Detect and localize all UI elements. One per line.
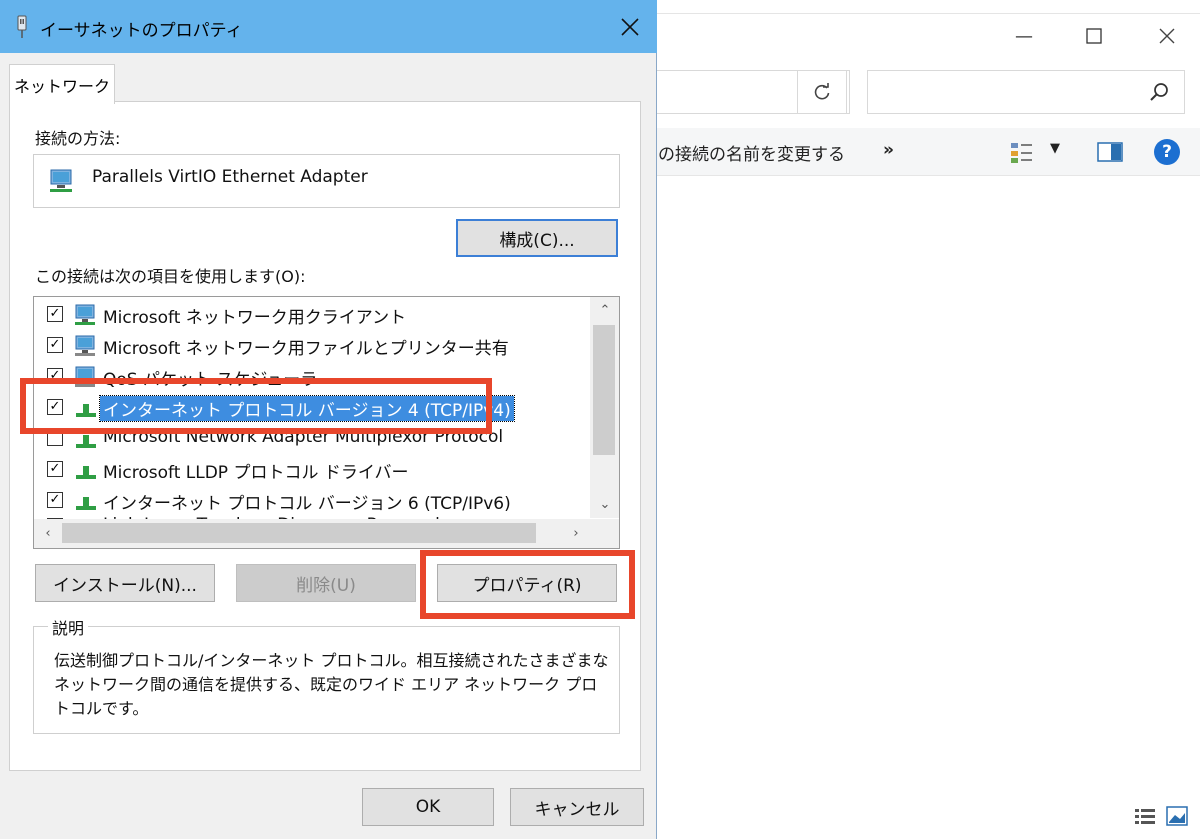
connect-using-label: 接続の方法:: [35, 129, 121, 148]
list-item[interactable]: ✓ QoS パケット スケジューラ: [34, 361, 594, 391]
list-item-label: インターネット プロトコル バージョン 4 (TCP/IPv4): [99, 395, 515, 422]
dialog-title: イーサネットのプロパティ: [40, 21, 243, 41]
change-view-icon[interactable]: [1010, 142, 1034, 168]
description-group: 説明 伝送制御プロトコル/インターネット プロトコル。相互接続されたさまざまなネ…: [33, 615, 620, 734]
dialog-titlebar: イーサネットのプロパティ: [0, 0, 657, 53]
ok-button[interactable]: OK: [362, 788, 494, 826]
scroll-down-icon[interactable]: ⌄: [590, 493, 619, 517]
scroll-thumb[interactable]: [593, 325, 615, 455]
checkbox[interactable]: ✓: [47, 368, 63, 384]
checkbox[interactable]: ✓: [47, 306, 63, 322]
scroll-thumb[interactable]: [62, 523, 536, 543]
protocol-icon: [74, 459, 98, 485]
ethernet-properties-dialog: イーサネットのプロパティ ネットワーク 接続の方法: Parallels Vir…: [0, 0, 657, 839]
network-client-icon: [74, 304, 98, 330]
checkbox[interactable]: [47, 430, 63, 446]
view-dropdown-icon[interactable]: ▼: [1050, 141, 1060, 156]
network-service-icon: [74, 335, 98, 361]
list-item-label: Microsoft LLDP プロトコル ドライバー: [103, 463, 409, 483]
explorer-close-icon[interactable]: [1144, 14, 1190, 58]
list-item-label: Microsoft ネットワーク用クライアント: [103, 308, 407, 328]
protocol-icon: [74, 428, 98, 454]
vertical-scrollbar[interactable]: ⌃ ⌄: [590, 297, 619, 518]
close-icon[interactable]: [612, 10, 648, 44]
list-item-label: QoS パケット スケジューラ: [103, 370, 318, 390]
checkbox[interactable]: ✓: [47, 399, 63, 415]
network-service-icon: [74, 366, 98, 392]
search-icon: [1148, 81, 1170, 107]
status-view-icons: [1133, 805, 1193, 831]
network-adapter-icon: [14, 14, 30, 44]
adapter-name: Parallels VirtIO Ethernet Adapter: [92, 167, 368, 187]
scroll-up-icon[interactable]: ⌃: [590, 299, 619, 323]
items-label: この接続は次の項目を使用します(O):: [35, 267, 306, 286]
description-legend: 説明: [48, 615, 89, 639]
checkbox[interactable]: ✓: [47, 337, 63, 353]
maximize-icon[interactable]: [1071, 14, 1117, 58]
scroll-right-icon[interactable]: ›: [564, 522, 588, 546]
description-text: 伝送制御プロトコル/インターネット プロトコル。相互接続されたさまざまなネットワ…: [54, 651, 609, 718]
cancel-button[interactable]: キャンセル: [510, 788, 644, 826]
tab-network[interactable]: ネットワーク: [9, 64, 115, 104]
list-item[interactable]: ✓ Microsoft LLDP プロトコル ドライバー: [34, 454, 594, 484]
protocol-icon: [74, 397, 98, 423]
network-adapter-icon: [48, 168, 74, 198]
explorer-window: — の接続の名前を変更する » ▼ ?: [655, 0, 1200, 839]
list-item-label: Microsoft Network Adapter Multiplexor Pr…: [103, 427, 504, 447]
list-item[interactable]: ✓ Microsoft ネットワーク用クライアント: [34, 299, 594, 329]
rename-connection-command[interactable]: の接続の名前を変更する: [658, 140, 845, 165]
checkbox[interactable]: ✓: [47, 461, 63, 477]
help-icon[interactable]: ?: [1154, 139, 1180, 165]
window-top-edge: [655, 0, 1200, 14]
scroll-left-icon[interactable]: ‹: [36, 522, 60, 546]
search-input[interactable]: [867, 70, 1185, 114]
list-item[interactable]: Microsoft Network Adapter Multiplexor Pr…: [34, 423, 594, 453]
list-item[interactable]: ✓ Microsoft ネットワーク用ファイルとプリンター共有: [34, 330, 594, 360]
list-item-label: Microsoft ネットワーク用ファイルとプリンター共有: [103, 339, 509, 359]
checkbox[interactable]: ✓: [47, 492, 63, 508]
adapter-box: Parallels VirtIO Ethernet Adapter: [33, 154, 620, 208]
install-button[interactable]: インストール(N)...: [35, 564, 215, 602]
preview-pane-icon[interactable]: [1097, 142, 1123, 166]
minimize-icon[interactable]: —: [1001, 14, 1047, 58]
more-commands-button[interactable]: »: [883, 140, 894, 160]
component-list[interactable]: ✓ Microsoft ネットワーク用クライアント ✓ Microsoft ネッ…: [33, 296, 620, 549]
refresh-icon[interactable]: [797, 70, 847, 114]
properties-button[interactable]: プロパティ(R): [437, 564, 617, 602]
horizontal-scrollbar[interactable]: ‹ ›: [34, 519, 619, 548]
uninstall-button[interactable]: 削除(U): [236, 564, 416, 602]
list-item-selected[interactable]: ✓ インターネット プロトコル バージョン 4 (TCP/IPv4): [34, 392, 594, 422]
explorer-titlebar: [655, 14, 1200, 60]
configure-button[interactable]: 構成(C)...: [456, 219, 618, 257]
command-bar: の接続の名前を変更する » ▼ ?: [655, 128, 1200, 176]
